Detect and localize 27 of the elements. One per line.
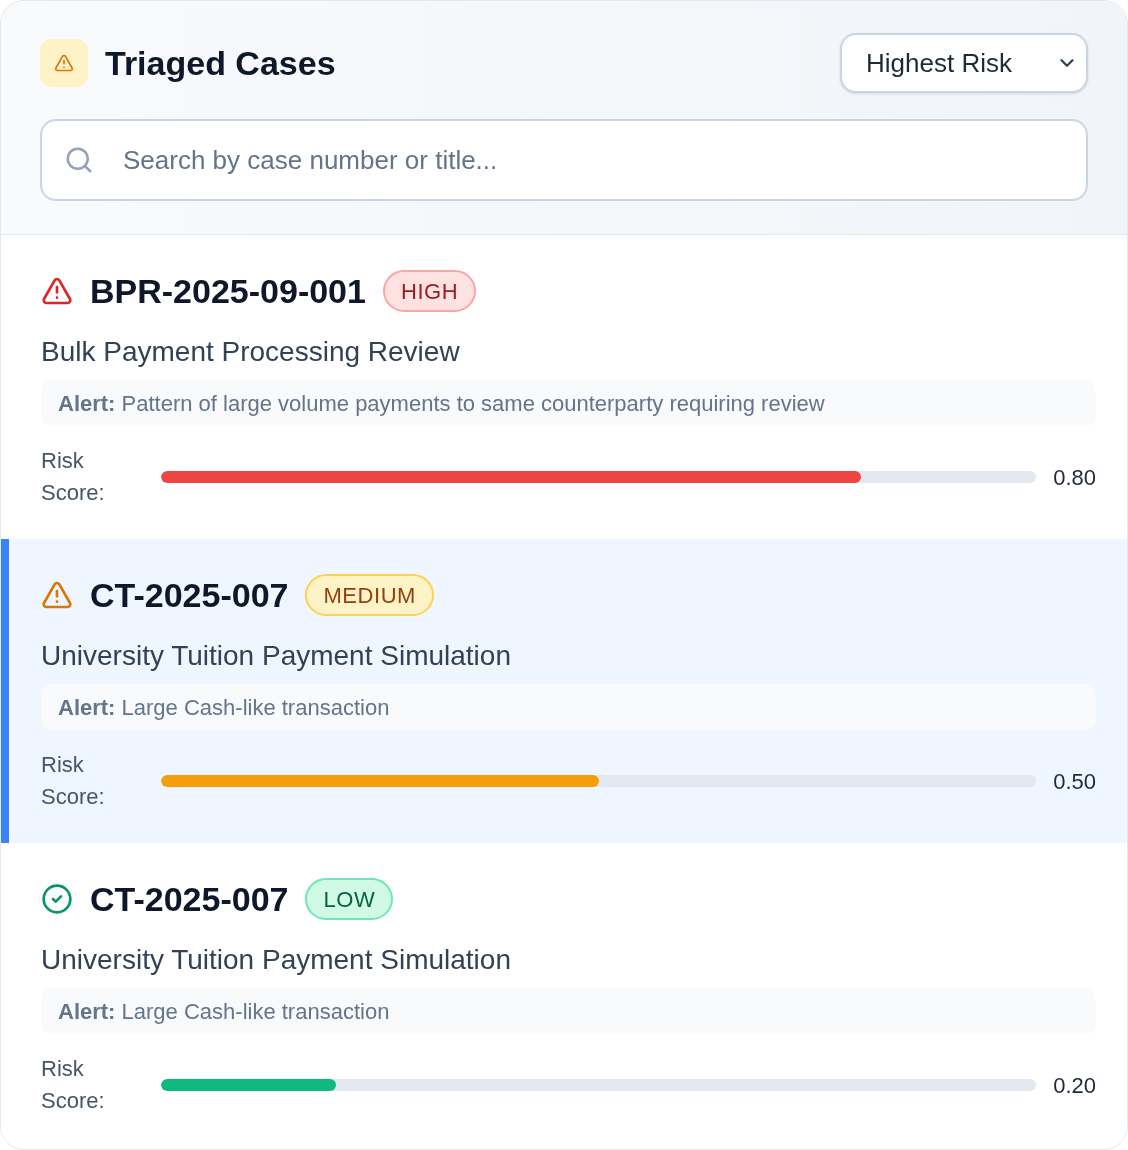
case-title: Bulk Payment Processing Review — [41, 335, 460, 369]
panel-title: Triaged Cases — [105, 43, 336, 83]
risk-badge: LOW — [305, 878, 394, 920]
case-title: University Tuition Payment Simulation — [41, 639, 511, 673]
risk-badge: HIGH — [382, 270, 477, 312]
alert-message: Alert: Large Cash-like transaction — [41, 988, 1096, 1034]
risk-score-label: Risk Score: — [41, 447, 106, 507]
case-row[interactable]: CT-2025-007 MEDIUM University Tuition Payment Simulation Alert: Large Cash-like transaction Risk Score: 0.50 — [1, 539, 1127, 843]
case-title: University Tuition Payment Simulation — [41, 943, 511, 977]
sort-select[interactable]: Highest Risk — [840, 33, 1088, 93]
risk-score-value: 0.20 — [1053, 1071, 1096, 1100]
risk-badge: MEDIUM — [305, 574, 434, 616]
check-circle-icon — [41, 883, 73, 915]
warning-icon — [41, 579, 73, 611]
case-number: CT-2025-007 — [90, 575, 289, 615]
risk-score-value: 0.80 — [1053, 463, 1096, 492]
search-field[interactable]: Search by case number or title... — [40, 119, 1088, 201]
risk-score-value: 0.50 — [1053, 767, 1096, 796]
warning-icon — [40, 39, 88, 87]
warning-icon — [41, 275, 73, 307]
case-number: BPR-2025-09-001 — [90, 271, 366, 311]
risk-score-label: Risk Score: — [41, 751, 106, 811]
alert-message: Alert: Large Cash-like transaction — [41, 684, 1096, 730]
search-icon — [64, 145, 94, 175]
risk-score-label: Risk Score: — [41, 1055, 106, 1115]
alert-message: Alert: Pattern of large volume payments to same counterparty requiring review — [41, 380, 1096, 426]
case-number: CT-2025-007 — [90, 879, 289, 919]
